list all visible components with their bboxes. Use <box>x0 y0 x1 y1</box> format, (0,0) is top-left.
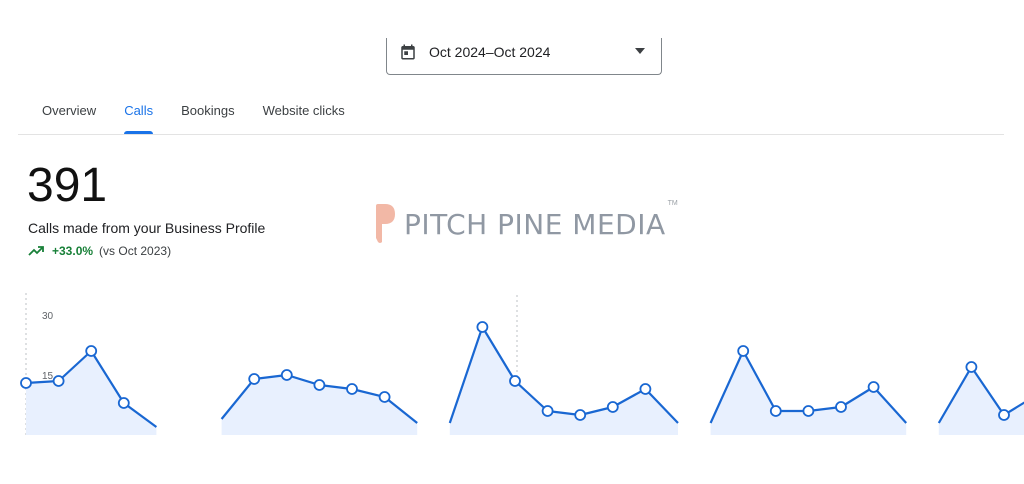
watermark-tm: TM <box>667 200 678 207</box>
tab-bookings[interactable]: Bookings <box>167 96 248 134</box>
trend-row: +33.0% (vs Oct 2023) <box>28 244 171 258</box>
chart-point[interactable] <box>867 381 880 393</box>
calls-description: Calls made from your Business Profile <box>28 220 266 236</box>
pitch-pine-logo-icon <box>376 204 395 243</box>
tabs-divider <box>18 134 1004 135</box>
trend-percent: +33.0% <box>52 244 94 258</box>
calendar-icon <box>401 44 415 60</box>
chart-point[interactable] <box>835 401 847 413</box>
chart-point[interactable] <box>248 373 261 385</box>
chart-point[interactable] <box>737 345 750 357</box>
chart-area-fill <box>449 327 678 435</box>
chart-point[interactable] <box>965 361 978 373</box>
tab-overview[interactable]: Overview <box>28 96 110 134</box>
chart-point[interactable] <box>541 405 554 417</box>
chart-point[interactable] <box>802 405 815 417</box>
date-range-label: Oct 2024–Oct 2024 <box>429 44 551 60</box>
chart-point[interactable] <box>639 383 652 395</box>
chart-point[interactable] <box>20 377 32 389</box>
chart-point[interactable] <box>476 321 489 333</box>
chart-area-fill <box>710 351 907 435</box>
tab-bar: Overview Calls Bookings Website clicks <box>28 96 359 134</box>
chart-point[interactable] <box>509 375 521 387</box>
chart-point[interactable] <box>346 383 358 395</box>
tab-website-clicks[interactable]: Website clicks <box>249 96 359 134</box>
chart-point[interactable] <box>574 409 587 421</box>
watermark: PITCH PINE MEDIA TM <box>372 200 678 246</box>
calls-total: 391 <box>27 159 108 212</box>
date-range-picker[interactable]: Oct 2024–Oct 2024 <box>386 38 662 75</box>
chart-point[interactable] <box>378 391 391 403</box>
calls-chart: 3015 <box>20 293 1024 435</box>
trending-up-icon <box>28 246 44 256</box>
chart-point[interactable] <box>769 405 782 417</box>
arrow-drop-down-icon <box>635 48 645 54</box>
chart-point[interactable] <box>85 345 98 357</box>
chart-point[interactable] <box>280 369 293 381</box>
chart-point[interactable] <box>52 375 65 387</box>
chart-area-fill <box>26 351 157 435</box>
y-tick-label: 30 <box>42 311 54 322</box>
chart-point[interactable] <box>313 379 326 391</box>
tab-calls[interactable]: Calls <box>110 96 167 134</box>
watermark-text: PITCH PINE MEDIA <box>404 207 666 241</box>
trend-comparison: (vs Oct 2023) <box>99 244 172 258</box>
chart-point[interactable] <box>998 409 1010 421</box>
chart-point[interactable] <box>117 397 130 409</box>
chart-point[interactable] <box>606 401 619 413</box>
